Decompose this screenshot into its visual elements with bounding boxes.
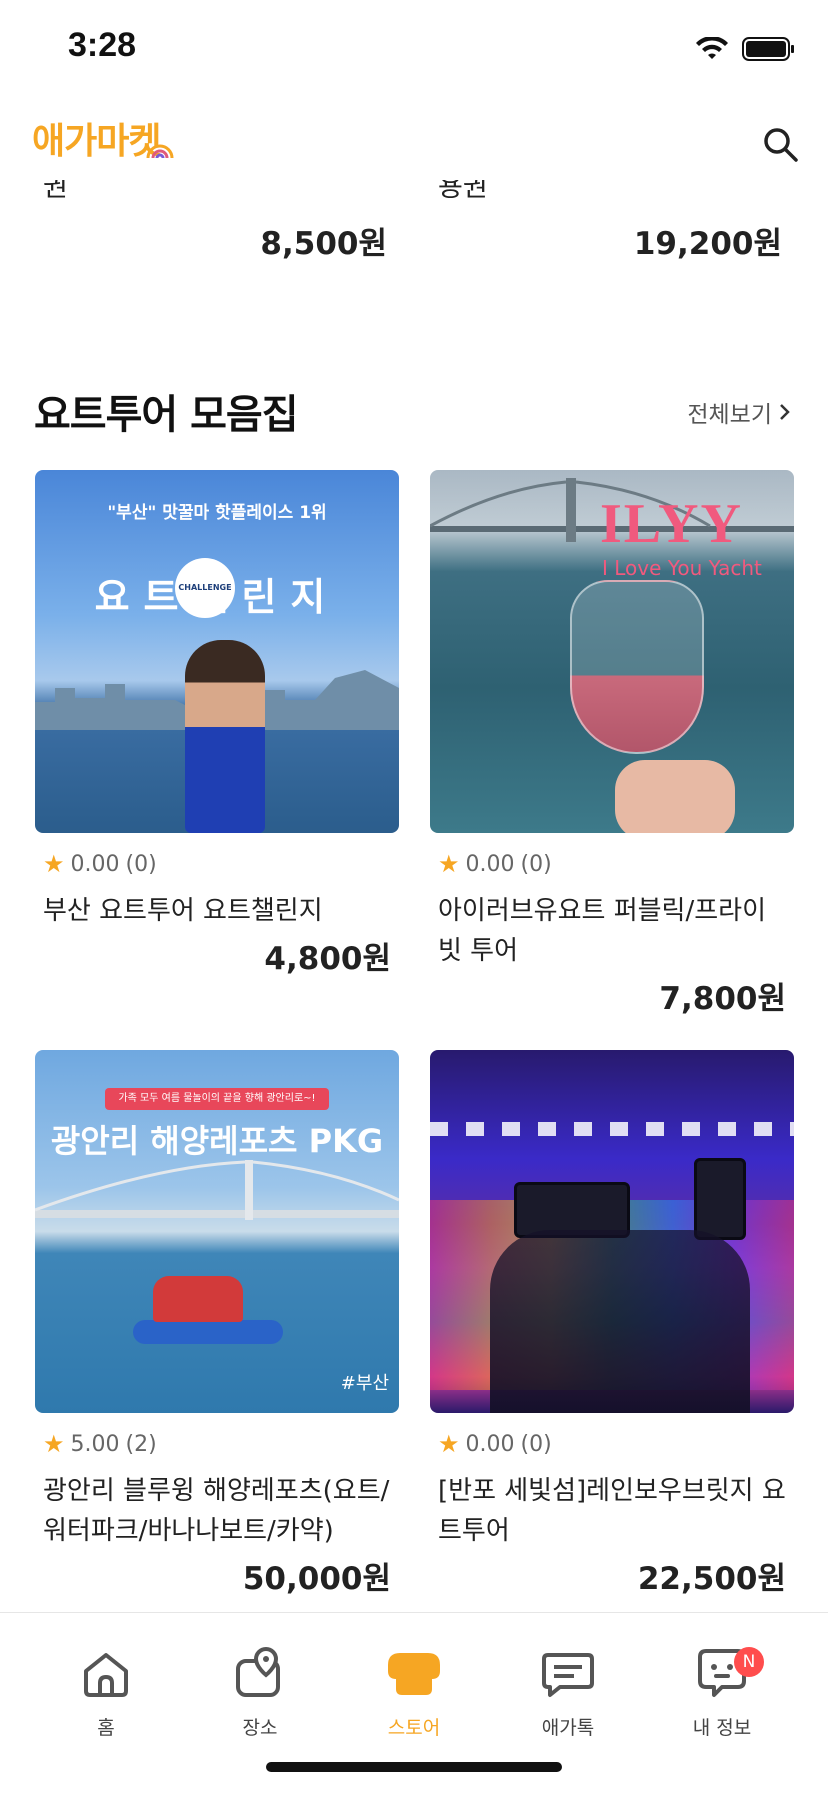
- home-indicator: [266, 1762, 562, 1772]
- rating: ★ 5.00 (2): [43, 1429, 399, 1459]
- product-price: 22,500원: [637, 1561, 786, 1597]
- image-title-text: 광안리 해양레포츠 PKG: [50, 1122, 384, 1160]
- status-icons: [696, 36, 796, 62]
- tab-home[interactable]: 홈: [46, 1645, 166, 1740]
- store-icon: [388, 1653, 440, 1695]
- see-all-label: 전체보기: [687, 402, 772, 428]
- product-card[interactable]: ILYY I Love You Yacht ★ 0.00 (0) 아이러브유요트…: [430, 470, 794, 1018]
- review-count: (0): [520, 851, 552, 877]
- kayak-shape: [133, 1320, 283, 1344]
- product-title: 광안리 블루윙 해양레포츠(요트/워터파크/바나나보트/카약): [43, 1476, 390, 1546]
- rating-value: 5.00: [70, 1431, 120, 1457]
- tab-chat[interactable]: 애가톡: [508, 1645, 628, 1740]
- image-tag: #부산: [340, 1373, 389, 1394]
- app-logo[interactable]: 애가마켓: [32, 112, 174, 164]
- product-image: 가족 모두 여름 물놀이의 끝을 향해 광안리로~! 광안리 해양레포츠 PKG…: [35, 1050, 399, 1413]
- product-price: 19,200원: [633, 226, 782, 262]
- tab-profile[interactable]: N 내 정보: [662, 1645, 782, 1740]
- chat-icon: [542, 1653, 594, 1697]
- product-image: ILYY I Love You Yacht: [430, 470, 794, 833]
- light-strip: [430, 1122, 794, 1136]
- rating: ★ 0.00 (0): [438, 849, 794, 879]
- section-title: 요트투어 모음집: [34, 392, 299, 438]
- challenge-logo: CHALLENGE: [175, 558, 235, 618]
- review-count: (2): [125, 1431, 157, 1457]
- previous-product-card[interactable]: 권 8,500원: [35, 170, 395, 263]
- status-bar: 3:28: [0, 0, 828, 100]
- tab-places[interactable]: 장소: [200, 1645, 320, 1740]
- star-icon: ★: [43, 1430, 65, 1458]
- tab-label: 홈: [97, 1717, 115, 1739]
- product-title: 부산 요트투어 요트챌린지: [43, 896, 323, 926]
- battery-icon: [742, 37, 794, 61]
- rating-value: 0.00: [465, 1431, 515, 1457]
- home-icon: [84, 1653, 128, 1697]
- app-header: 애가마켓: [0, 100, 828, 180]
- rainbow-icon: [146, 144, 174, 159]
- tab-store[interactable]: 스토어: [354, 1645, 474, 1740]
- notification-badge: N: [734, 1647, 764, 1677]
- rating-value: 0.00: [465, 851, 515, 877]
- tab-label: 장소: [242, 1717, 278, 1739]
- image-banner-text: "부산" 맛꿀마 핫플레이스 1위: [107, 503, 327, 523]
- bridge-graphic: [35, 1160, 399, 1220]
- tab-label: 애가톡: [541, 1717, 595, 1739]
- tab-label: 스토어: [387, 1717, 441, 1739]
- product-price: 7,800원: [659, 981, 786, 1017]
- star-icon: ★: [43, 850, 65, 878]
- product-card[interactable]: ★ 0.00 (0) [반포 세빛섬]레인보우브릿지 요트투어 22,500원: [430, 1050, 794, 1598]
- star-icon: ★: [438, 850, 460, 878]
- see-all-link[interactable]: 전체보기: [687, 395, 792, 429]
- rating: ★ 0.00 (0): [43, 849, 399, 879]
- product-price: 8,500원: [260, 226, 387, 262]
- status-time: 3:28: [68, 26, 137, 64]
- person-silhouette: [185, 640, 265, 833]
- ilyy-subtitle: I Love You Yacht: [602, 556, 762, 580]
- review-count: (0): [125, 851, 157, 877]
- ilyy-logo: ILYY: [600, 493, 743, 555]
- product-title: 아이러브유요트 퍼블릭/프라이빗 투어: [438, 896, 766, 966]
- wine-glass: [570, 580, 704, 754]
- hands-shape: [490, 1230, 750, 1413]
- wifi-icon: [696, 37, 728, 59]
- product-card[interactable]: 가족 모두 여름 물놀이의 끝을 향해 광안리로~! 광안리 해양레포츠 PKG…: [35, 1050, 399, 1598]
- product-price: 50,000원: [242, 1561, 391, 1597]
- map-pin-icon: [236, 1646, 280, 1697]
- review-count: (0): [520, 1431, 552, 1457]
- product-title: [반포 세빛섬]레인보우브릿지 요트투어: [438, 1476, 786, 1546]
- phone-right: [694, 1158, 746, 1240]
- logo-text: 애가마켓: [32, 121, 161, 162]
- store-content[interactable]: 권 8,500원 용권 19,200원 요트투어 모음집 전체보기 "부산" 맛…: [0, 170, 828, 1610]
- image-banner: 가족 모두 여름 물놀이의 끝을 향해 광안리로~!: [105, 1088, 329, 1110]
- kayakers-shape: [153, 1276, 243, 1322]
- hand-shape: [615, 760, 735, 833]
- rating-value: 0.00: [70, 851, 120, 877]
- search-icon[interactable]: [760, 124, 800, 164]
- star-icon: ★: [438, 1430, 460, 1458]
- tab-label: 내 정보: [692, 1717, 752, 1739]
- chevron-right-icon: [780, 404, 790, 420]
- rating: ★ 0.00 (0): [438, 1429, 794, 1459]
- previous-product-card[interactable]: 용권 19,200원: [430, 170, 790, 263]
- product-image: "부산" 맛꿀마 핫플레이스 1위 요트챌린지 CHALLENGE: [35, 470, 399, 833]
- product-card[interactable]: "부산" 맛꿀마 핫플레이스 1위 요트챌린지 CHALLENGE ★ 0.00…: [35, 470, 399, 978]
- product-price: 4,800원: [264, 941, 391, 977]
- product-image: [430, 1050, 794, 1413]
